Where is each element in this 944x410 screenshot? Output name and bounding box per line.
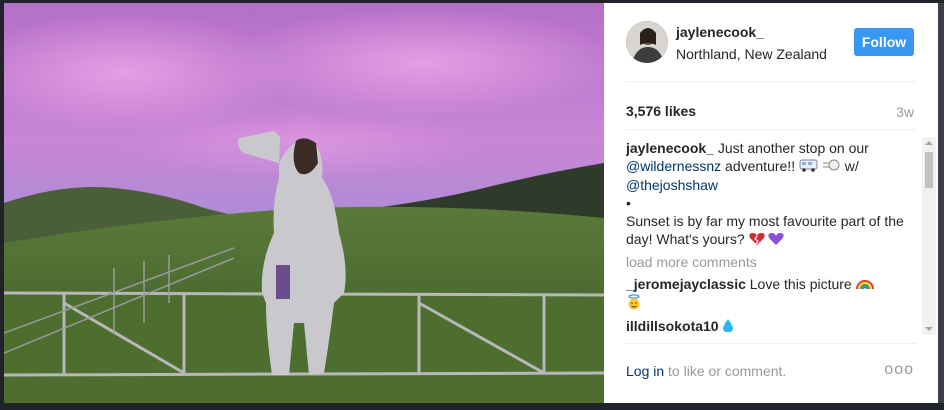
more-options-icon[interactable]: ooo [884, 361, 914, 379]
purple-heart-emoji-icon [768, 232, 784, 250]
likes-count[interactable]: 3,576 likes [626, 103, 696, 119]
avatar-image [626, 21, 668, 63]
caption: jaylenecook_ Just another stop on our @w… [626, 139, 918, 250]
login-prompt-text: to like or comment. [668, 363, 787, 379]
comment-author[interactable]: _jeromejayclassic [626, 276, 746, 292]
droplet-emoji-icon [722, 318, 734, 335]
comment-text: Love this picture [749, 275, 852, 292]
mention-wildernessnz[interactable]: @wildernessnz [626, 158, 721, 174]
post-header: jaylenecook_ Northland, New Zealand Foll… [604, 3, 938, 81]
sunset-landscape-image [4, 3, 604, 403]
follow-button[interactable]: Follow [854, 28, 914, 56]
caption-bullet: • [626, 195, 631, 212]
footer-divider [626, 343, 916, 344]
rainbow-emoji-icon [855, 276, 874, 294]
caption-text-4: Sunset is by far my most favourite part … [626, 213, 904, 248]
caption-text-1: Just another stop on our [717, 140, 869, 156]
mention-thejoshshaw[interactable]: @thejoshshaw [626, 177, 718, 193]
wind-emoji-icon [822, 158, 841, 176]
login-prompt: Log in to like or comment. [626, 363, 786, 379]
post-location[interactable]: Northland, New Zealand [676, 46, 827, 62]
caption-author[interactable]: jaylenecook_ [626, 140, 714, 156]
load-more-comments-link[interactable]: load more comments [626, 253, 918, 271]
broken-heart-emoji-icon [748, 232, 765, 250]
likes-divider [626, 129, 916, 130]
scrollbar-thumb[interactable] [925, 152, 933, 188]
van-emoji-icon [799, 158, 819, 176]
header-divider [626, 81, 916, 82]
angel-emoji-icon [626, 294, 642, 314]
comment-author[interactable]: illdillsokota10 [626, 318, 719, 334]
post-username[interactable]: jaylenecook_ [676, 24, 764, 40]
caption-text-2: adventure!! [725, 158, 796, 174]
comments-list: jaylenecook_ Just another stop on our @w… [626, 139, 918, 335]
post-side-panel: jaylenecook_ Northland, New Zealand Foll… [604, 3, 938, 403]
scroll-down-arrow-icon[interactable] [922, 323, 936, 335]
comment-item: _jeromejayclassic Love this picture [626, 275, 918, 315]
background-edge [938, 3, 944, 403]
scroll-up-arrow-icon[interactable] [922, 137, 936, 149]
post-time[interactable]: 3w [896, 104, 914, 120]
avatar[interactable] [626, 21, 668, 63]
caption-text-3: w/ [844, 158, 859, 174]
instagram-post-viewer: jaylenecook_ Northland, New Zealand Foll… [0, 0, 944, 410]
post-photo[interactable] [4, 3, 604, 403]
login-link[interactable]: Log in [626, 363, 664, 379]
comment-item: illdillsokota10 [626, 317, 918, 335]
comments-scrollbar[interactable] [922, 137, 936, 335]
